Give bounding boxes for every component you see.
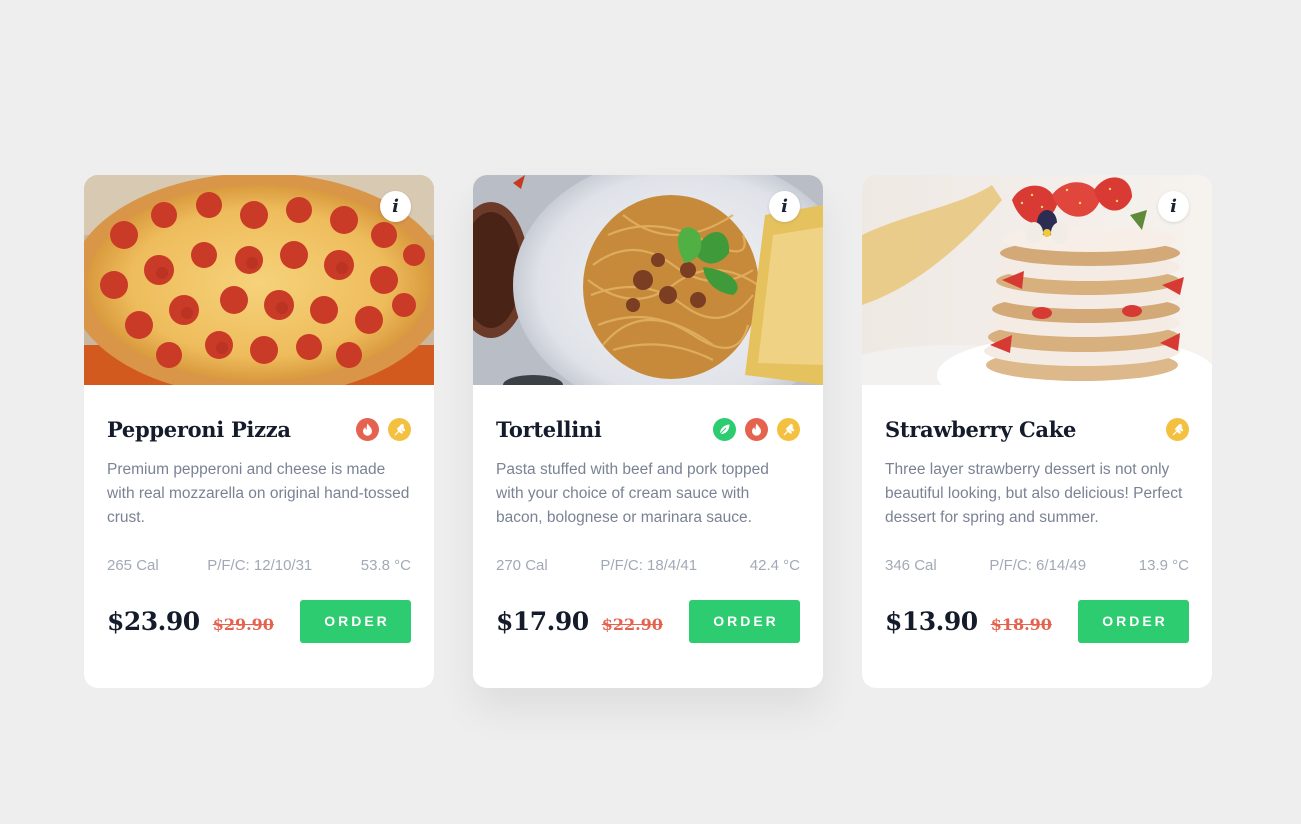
card-body: Strawberry Cake Three layer strawberry d… [885,385,1189,643]
serving-temperature: 13.9 °C [1138,557,1189,574]
prices: $17.90 $22.90 [496,607,663,636]
dish-title: Pepperoni Pizza [107,416,291,442]
price-row: $13.90 $18.90 ORDER [885,599,1189,643]
order-button[interactable]: ORDER [689,599,800,643]
card-body: Pepperoni Pizza Premium pepperoni and ch… [107,385,411,643]
nutrition-row: 265 Cal P/F/C: 12/10/31 53.8 °C [107,557,411,574]
calories: 346 Cal [885,557,937,574]
diet-badges [1166,417,1189,441]
nutrition-row: 346 Cal P/F/C: 6/14/49 13.9 °C [885,557,1189,574]
menu-card: i Strawberry Cake Three layer strawberry… [862,175,1212,688]
diet-badges [356,417,411,441]
wheat-icon [388,417,411,441]
wheat-icon [777,417,800,441]
dish-title: Tortellini [496,416,602,442]
pfc-ratio: P/F/C: 18/4/41 [600,557,698,574]
order-button[interactable]: ORDER [300,599,411,643]
title-row: Pepperoni Pizza [107,413,411,445]
info-icon: i [1170,195,1177,217]
info-icon: i [392,195,399,217]
current-price: $13.90 [885,606,978,636]
old-price: $29.90 [212,614,274,634]
pfc-ratio: P/F/C: 6/14/49 [989,557,1087,574]
price-row: $23.90 $29.90 ORDER [107,599,411,643]
pfc-ratio: P/F/C: 12/10/31 [207,557,313,574]
nutrition-row: 270 Cal P/F/C: 18/4/41 42.4 °C [496,557,800,574]
menu-card: i Pepperoni Pizza Premium pepperoni and … [84,175,434,688]
pepperoni-pizza-photo: i [84,175,434,385]
calories: 270 Cal [496,557,548,574]
dish-description: Pasta stuffed with beef and pork topped … [496,461,769,526]
info-button[interactable]: i [380,191,411,222]
calories: 265 Cal [107,557,159,574]
menu-cards: i Pepperoni Pizza Premium pepperoni and … [84,175,1212,688]
menu-card: i Tortellini Pasta stuffed with beef and… [473,175,823,688]
order-button[interactable]: ORDER [1078,599,1189,643]
diet-badges [713,417,800,441]
current-price: $17.90 [496,606,589,636]
dish-title: Strawberry Cake [885,416,1077,442]
old-price: $22.90 [601,614,663,634]
dish-description: Three layer strawberry dessert is not on… [885,461,1183,526]
current-price: $23.90 [107,606,200,636]
info-button[interactable]: i [769,191,800,222]
info-button[interactable]: i [1158,191,1189,222]
prices: $23.90 $29.90 [107,607,274,636]
serving-temperature: 42.4 °C [749,557,800,574]
flame-icon [745,417,768,441]
flame-icon [356,417,379,441]
old-price: $18.90 [990,614,1052,634]
strawberry-cake-photo: i [862,175,1212,385]
price-row: $17.90 $22.90 ORDER [496,599,800,643]
title-row: Strawberry Cake [885,413,1189,445]
dish-description: Premium pepperoni and cheese is made wit… [107,461,410,526]
tortellini-pasta-photo: i [473,175,823,385]
title-row: Tortellini [496,413,800,445]
prices: $13.90 $18.90 [885,607,1052,636]
card-body: Tortellini Pasta stuffed with beef and p… [496,385,800,643]
wheat-icon [1166,417,1189,441]
info-icon: i [781,195,788,217]
serving-temperature: 53.8 °C [360,557,411,574]
leaf-icon [713,417,736,441]
